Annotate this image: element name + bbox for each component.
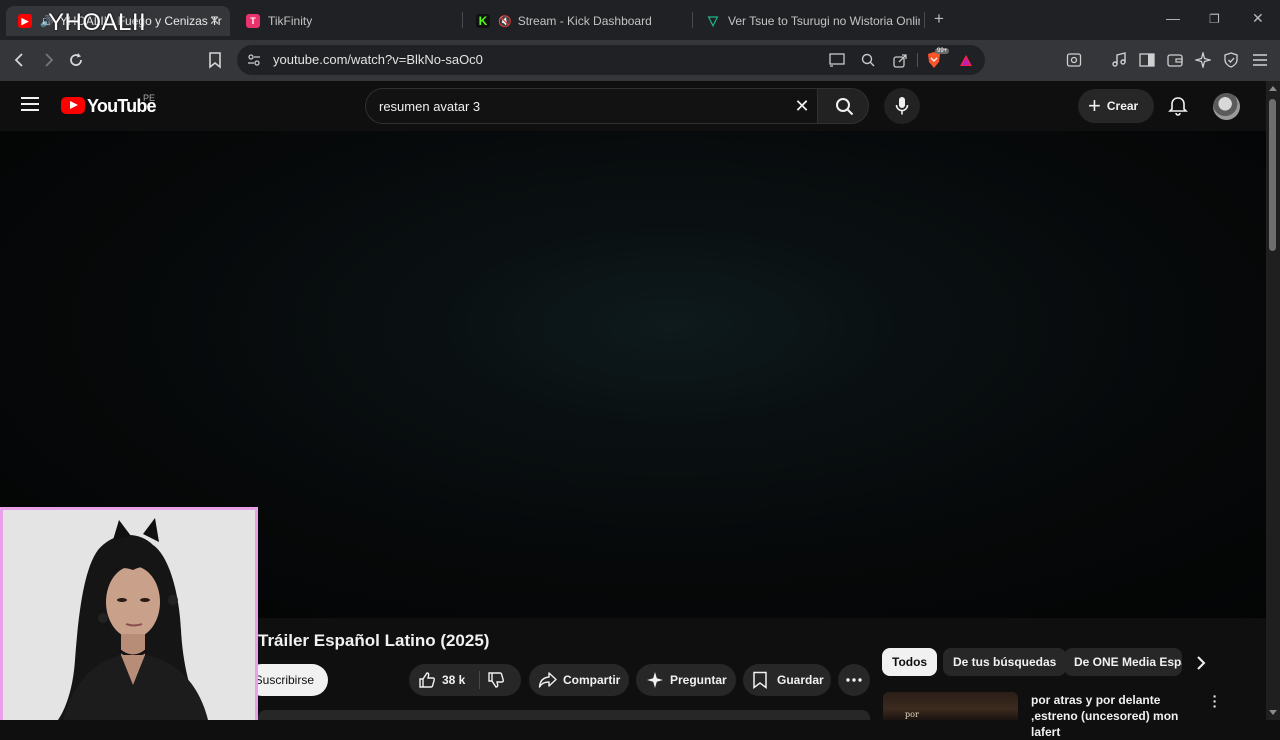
save-button[interactable]: Guardar (743, 664, 831, 696)
more-actions-button[interactable] (838, 664, 870, 696)
forward-icon[interactable] (36, 48, 60, 72)
save-bookmark-icon (753, 671, 767, 689)
recommendation-title[interactable]: por atras y por delante ,estreno (unceso… (1031, 692, 1201, 740)
window-close-icon[interactable]: ✕ (1252, 10, 1264, 27)
bookmark-icon[interactable] (203, 48, 227, 72)
account-avatar[interactable] (1213, 93, 1240, 120)
wallet-icon[interactable] (1165, 50, 1185, 70)
tab-divider (462, 12, 463, 28)
region-code: PE (143, 93, 156, 103)
youtube-favicon-icon: ▶ (18, 14, 32, 28)
muted-speaker-icon: 🔇 (498, 15, 512, 28)
tab-label: TikFinity (268, 14, 313, 28)
browser-menu-icon[interactable] (1250, 50, 1270, 70)
sidebar-toggle-icon[interactable] (1137, 50, 1157, 70)
dislike-button[interactable] (487, 671, 507, 689)
create-label: Crear (1106, 99, 1139, 113)
share-arrow-icon (538, 672, 557, 688)
more-horizontal-icon (846, 678, 862, 682)
description-box[interactable] (258, 710, 870, 720)
subscribe-button[interactable]: Suscribirse (246, 664, 328, 696)
youtube-header: YouTube PE resumen avatar 3 ✕ + Crear (0, 81, 1266, 131)
tikfinity-favicon-icon: T (246, 14, 260, 28)
search-icon (836, 98, 854, 116)
scroll-down-arrow-icon[interactable] (1269, 710, 1277, 715)
media-controls-icon[interactable] (1109, 50, 1129, 70)
search-query-text: resumen avatar 3 (379, 99, 481, 114)
cast-icon[interactable] (828, 51, 846, 69)
tab-label: Stream - Kick Dashboard (517, 14, 652, 28)
ask-label: Preguntar (670, 673, 727, 687)
sparkle-icon (647, 672, 663, 688)
hamburger-menu-icon[interactable] (21, 97, 39, 111)
recommendation-thumbnail[interactable]: por (883, 692, 1018, 720)
search-input[interactable]: resumen avatar 3 ✕ (365, 88, 817, 124)
site-settings-icon[interactable] (245, 51, 263, 69)
tab-tikfinity[interactable]: T TikFinity (234, 6, 460, 36)
search-button[interactable] (817, 88, 869, 124)
clear-search-icon[interactable]: ✕ (791, 95, 813, 117)
like-button[interactable]: 38 k (409, 664, 479, 696)
thumbs-up-icon (419, 672, 435, 688)
voice-search-button[interactable] (884, 88, 920, 124)
address-bar[interactable]: youtube.com/watch?v=BlkNo-saOc0 99+ (237, 45, 985, 75)
like-dislike-group: 38 k (409, 664, 521, 696)
share-label: Compartir (563, 673, 621, 687)
browser-toolbar: youtube.com/watch?v=BlkNo-saOc0 99+ (0, 40, 1280, 81)
shields-badge: 99+ (935, 48, 950, 54)
chip-channel[interactable]: De ONE Media Españ (1064, 648, 1182, 676)
reload-icon[interactable] (64, 48, 88, 72)
plus-icon: + (1088, 93, 1101, 118)
microphone-icon (895, 97, 909, 115)
stream-overlay-name: YHOALII (48, 9, 147, 36)
scrollbar-thumb[interactable] (1269, 99, 1276, 251)
tab-divider (692, 12, 693, 28)
brave-shields-icon[interactable]: 99+ (925, 48, 950, 69)
kick-favicon-icon: K (476, 14, 490, 28)
page-scrollbar[interactable] (1266, 81, 1280, 720)
like-divider (479, 671, 480, 689)
thumbnail-text: por (905, 710, 919, 719)
back-icon[interactable] (8, 48, 32, 72)
ask-button[interactable]: Preguntar (636, 664, 736, 696)
notifications-bell-icon[interactable] (1167, 95, 1189, 117)
share-page-icon[interactable] (891, 51, 909, 69)
brave-rewards-icon[interactable] (957, 51, 975, 69)
leo-ai-icon[interactable] (1193, 50, 1213, 70)
tab-label: Ver Tsue to Tsurugi no Wistoria Onlin (728, 14, 920, 28)
youtube-logo-icon[interactable] (61, 97, 85, 114)
tab-divider (924, 12, 925, 28)
tab-kick-dashboard[interactable]: K 🔇 Stream - Kick Dashboard (464, 6, 690, 36)
close-tab-icon[interactable]: ✕ (209, 13, 220, 29)
url-divider (917, 53, 918, 67)
zoom-icon[interactable] (859, 51, 877, 69)
save-label: Guardar (777, 673, 824, 687)
webcam-overlay (0, 507, 258, 720)
chevron-right-icon[interactable] (1192, 654, 1210, 672)
video-title: Tráiler Español Latino (2025) (258, 631, 490, 650)
new-tab-plus-icon[interactable]: + (934, 9, 944, 29)
thumbs-down-icon (488, 672, 504, 688)
minimize-icon[interactable]: — (1166, 10, 1180, 26)
like-count: 38 k (442, 673, 466, 687)
share-button[interactable]: Compartir (529, 664, 629, 696)
site-favicon-icon: ▽ (708, 13, 718, 28)
browser-tab-strip: ▶ 🔊 YHOALII - Fuego y Cenizas Tr ✕ YHOAL… (0, 0, 1280, 40)
scroll-up-arrow-icon[interactable] (1269, 86, 1277, 91)
vpn-shield-icon[interactable] (1221, 50, 1241, 70)
restore-icon[interactable]: ❐ (1209, 12, 1220, 26)
chip-from-searches[interactable]: De tus búsquedas (943, 648, 1067, 676)
tab-wistoria[interactable]: ▽ Ver Tsue to Tsurugi no Wistoria Onlin (694, 6, 920, 36)
chip-all[interactable]: Todos (882, 648, 938, 676)
create-button[interactable]: + Crear (1078, 89, 1154, 123)
streamer-webcam-image (3, 510, 255, 720)
more-vertical-icon[interactable]: · · · (1208, 689, 1222, 713)
reading-list-icon[interactable] (1064, 50, 1084, 70)
url-text: youtube.com/watch?v=BlkNo-saOc0 (273, 52, 483, 67)
